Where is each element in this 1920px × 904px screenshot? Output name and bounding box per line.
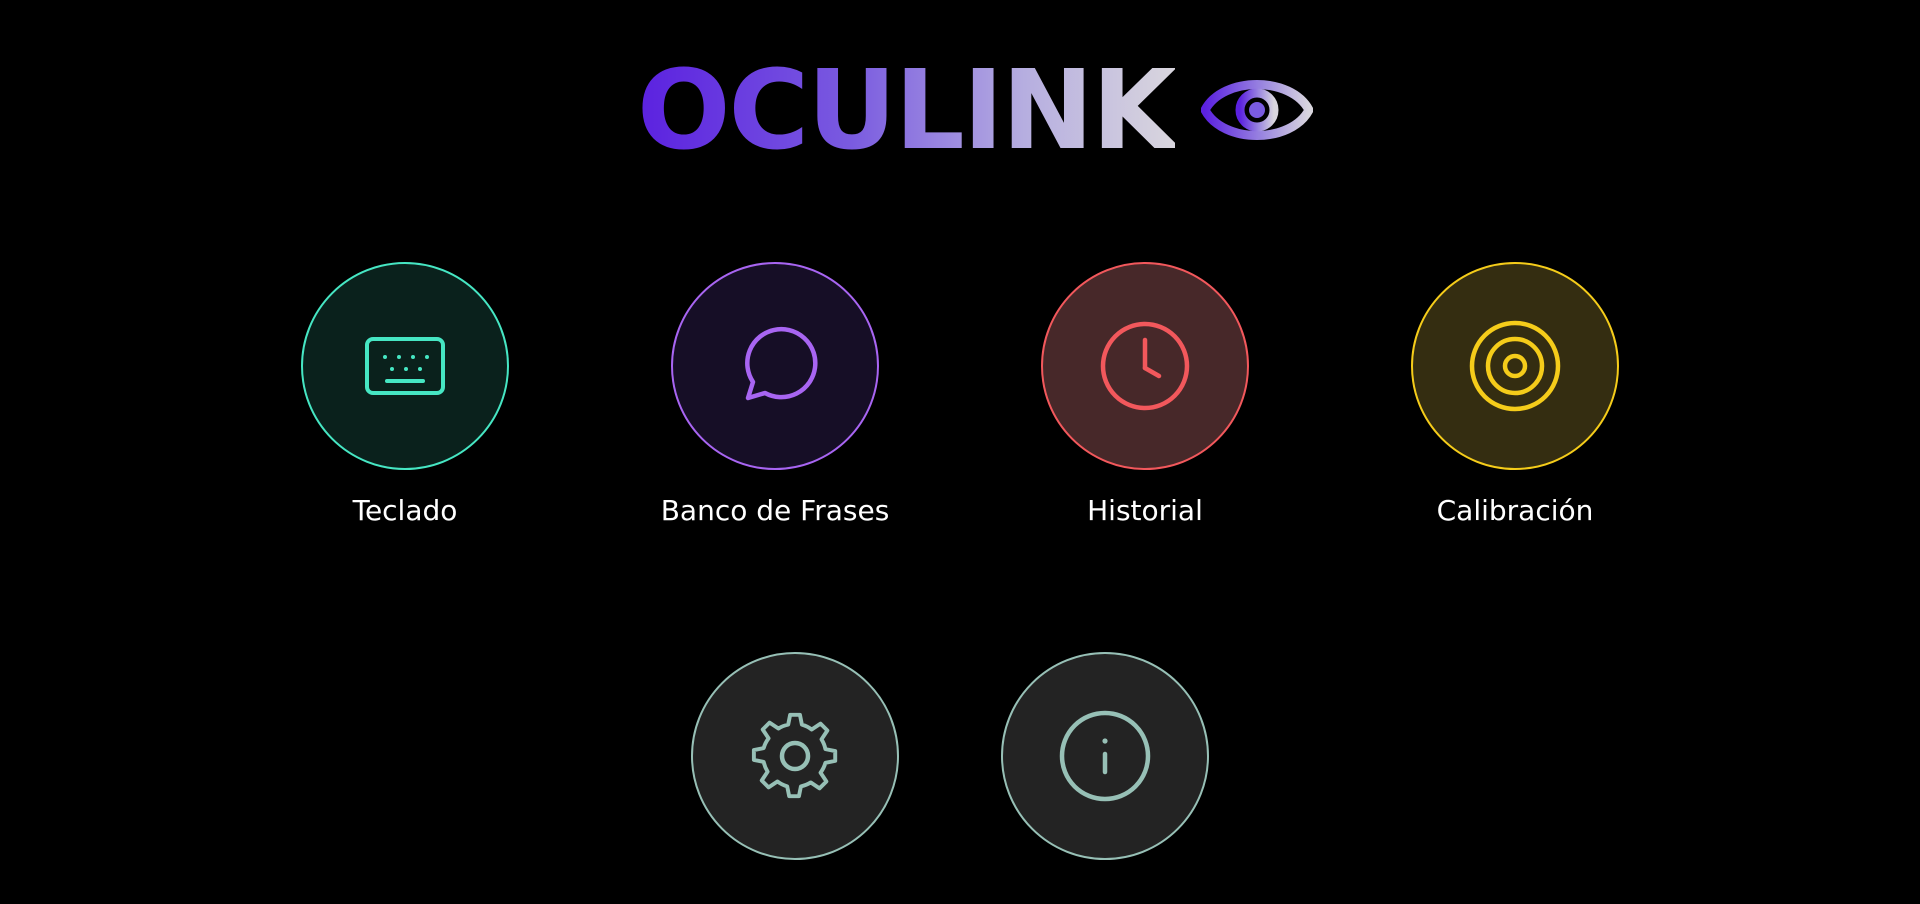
menu-item-label: Banco de Frases <box>660 494 890 527</box>
calibration-button[interactable] <box>1411 262 1619 470</box>
info-button[interactable] <box>1001 652 1209 860</box>
keyboard-button[interactable] <box>301 262 509 470</box>
settings-tile <box>691 652 899 860</box>
app-header: OCULINK <box>0 50 1920 170</box>
settings-button[interactable] <box>691 652 899 860</box>
menu-item-historial: Historial <box>1025 262 1265 527</box>
eye-icon <box>1200 80 1313 140</box>
logo: OCULINK <box>637 55 1313 165</box>
history-button[interactable] <box>1041 262 1249 470</box>
clock-icon <box>1100 321 1190 411</box>
info-tile <box>1001 652 1209 860</box>
menu-item-teclado: Teclado <box>285 262 525 527</box>
info-icon <box>1059 710 1151 802</box>
chat-bubble-icon <box>745 326 818 401</box>
app-title: OCULINK <box>637 46 1177 174</box>
menu-item-calibracion: Calibración <box>1395 262 1635 527</box>
target-icon <box>1469 320 1561 412</box>
main-menu-screen: OCULINK Teclado Banco de Frases Historia… <box>0 0 1920 904</box>
menu-item-label: Teclado <box>352 494 458 527</box>
menu-item-label: Historial <box>1087 494 1203 527</box>
menu-item-banco-de-frases: Banco de Frases <box>655 262 895 527</box>
menu-item-label: Calibración <box>1436 494 1594 527</box>
gear-icon <box>751 712 838 799</box>
phrase-bank-button[interactable] <box>671 262 879 470</box>
keyboard-icon <box>365 337 445 395</box>
